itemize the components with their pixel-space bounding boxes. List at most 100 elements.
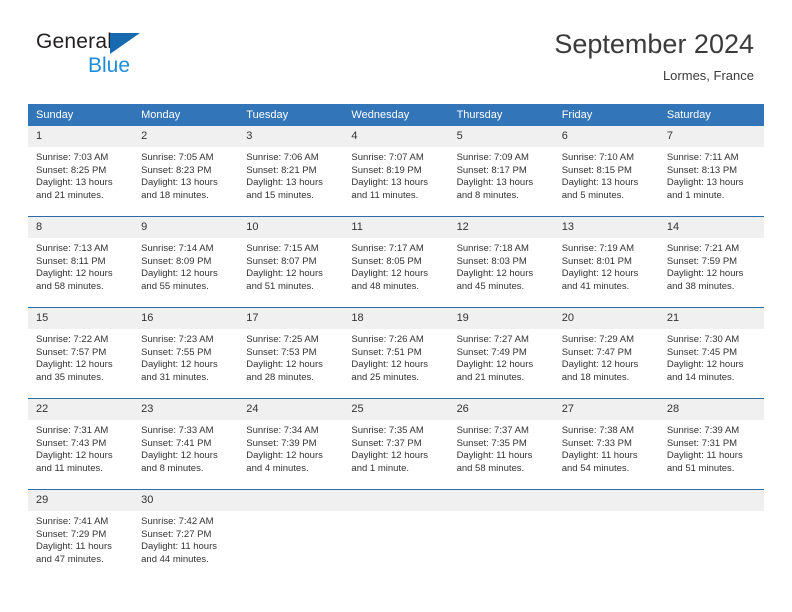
daylight-text-line2: and 51 minutes. — [246, 280, 314, 292]
day-cell[interactable]: 30 Sunrise: 7:42 AM Sunset: 7:27 PM Dayligh… — [133, 489, 239, 580]
day-cell[interactable]: 8 Sunrise: 7:13 AM Sunset: 8:11 PM Daylight… — [28, 216, 134, 308]
day-cell[interactable]: 13 Sunrise: 7:19 AM Sunset: 8:01 PM Dayligh… — [553, 216, 659, 308]
sunrise-text: Sunrise: 7:21 AM — [666, 243, 740, 254]
page-header: General Blue September 2024 Lormes, Fran… — [0, 0, 792, 100]
sunset-text: Sunset: 8:21 PM — [246, 164, 317, 176]
daylight-text-line2: and 38 minutes. — [666, 280, 735, 292]
sunset-text: Sunset: 7:59 PM — [666, 255, 738, 267]
day-cell[interactable]: 16 Sunrise: 7:23 AM Sunset: 7:55 PM Dayligh… — [133, 307, 239, 399]
sunset-text: Sunset: 8:15 PM — [561, 164, 632, 176]
day-cell[interactable]: 27 Sunrise: 7:38 AM Sunset: 7:33 PM Dayligh… — [553, 398, 659, 490]
sunrise-text: Sunrise: 7:33 AM — [141, 425, 214, 436]
sunset-text: Sunset: 8:09 PM — [141, 255, 212, 267]
daylight-text-line1: Daylight: 12 hours — [36, 450, 113, 462]
day-number — [553, 490, 659, 511]
day-cell[interactable]: 12 Sunrise: 7:18 AM Sunset: 8:03 PM Dayligh… — [448, 216, 554, 308]
day-info: Sunrise: 7:19 AM Sunset: 8:01 PM Daylight:… — [554, 238, 659, 293]
day-info: Sunrise: 7:10 AM Sunset: 8:15 PM Daylight:… — [554, 147, 659, 202]
daylight-text-line2: and 48 minutes. — [351, 280, 420, 292]
day-number: 18 — [343, 308, 449, 329]
day-number: 14 — [658, 217, 764, 238]
generalblue-logo[interactable]: General Blue — [36, 30, 216, 82]
day-number: 27 — [553, 399, 659, 420]
day-cell[interactable]: 29 Sunrise: 7:41 AM Sunset: 7:29 PM Dayligh… — [28, 489, 134, 580]
day-cell[interactable]: 1 Sunrise: 7:03 AM Sunset: 8:25 PM Daylight… — [28, 126, 134, 217]
day-info: Sunrise: 7:07 AM Sunset: 8:19 PM Daylight:… — [343, 147, 448, 202]
day-number: 15 — [28, 308, 134, 329]
sunset-text: Sunset: 7:41 PM — [141, 437, 212, 449]
day-cell[interactable]: 10 Sunrise: 7:15 AM Sunset: 8:07 PM Dayligh… — [238, 216, 344, 308]
day-cell[interactable]: 6 Sunrise: 7:10 AM Sunset: 8:15 PM Daylight… — [553, 126, 659, 217]
day-cell[interactable]: 20 Sunrise: 7:29 AM Sunset: 7:47 PM Dayligh… — [553, 307, 659, 399]
day-number: 23 — [133, 399, 239, 420]
day-cell[interactable]: 5 Sunrise: 7:09 AM Sunset: 8:17 PM Daylight… — [448, 126, 554, 217]
sunset-text: Sunset: 7:33 PM — [561, 437, 632, 449]
day-cell-empty — [553, 489, 659, 580]
day-info — [343, 511, 448, 516]
day-info: Sunrise: 7:35 AM Sunset: 7:37 PM Daylight:… — [343, 420, 448, 475]
day-cell[interactable]: 17 Sunrise: 7:25 AM Sunset: 7:53 PM Dayligh… — [238, 307, 344, 399]
day-cell[interactable]: 23 Sunrise: 7:33 AM Sunset: 7:41 PM Dayligh… — [133, 398, 239, 490]
sunrise-text: Sunrise: 7:17 AM — [351, 243, 424, 254]
day-info: Sunrise: 7:14 AM Sunset: 8:09 PM Daylight:… — [133, 238, 238, 293]
daylight-text-line1: Daylight: 13 hours — [36, 177, 113, 189]
day-cell[interactable]: 22 Sunrise: 7:31 AM Sunset: 7:43 PM Dayligh… — [28, 398, 134, 490]
day-cell[interactable]: 9 Sunrise: 7:14 AM Sunset: 8:09 PM Daylight… — [133, 216, 239, 308]
day-cell[interactable]: 21 Sunrise: 7:30 AM Sunset: 7:45 PM Dayligh… — [658, 307, 764, 399]
daylight-text-line2: and 41 minutes. — [561, 280, 630, 292]
daylight-text-line2: and 18 minutes. — [561, 371, 630, 383]
day-cell[interactable]: 24 Sunrise: 7:34 AM Sunset: 7:39 PM Dayligh… — [238, 398, 344, 490]
day-cell[interactable]: 25 Sunrise: 7:35 AM Sunset: 7:37 PM Dayligh… — [343, 398, 449, 490]
day-cell-empty — [238, 489, 344, 580]
daylight-text-line1: Daylight: 13 hours — [351, 177, 428, 189]
day-cell[interactable]: 7 Sunrise: 7:11 AM Sunset: 8:13 PM Daylight… — [658, 126, 764, 217]
sunset-text: Sunset: 8:03 PM — [456, 255, 527, 267]
daylight-text-line2: and 1 minute. — [666, 189, 725, 201]
daylight-text-line1: Daylight: 11 hours — [36, 541, 112, 553]
sunrise-text: Sunrise: 7:23 AM — [141, 334, 214, 345]
day-cell[interactable]: 19 Sunrise: 7:27 AM Sunset: 7:49 PM Dayligh… — [448, 307, 554, 399]
sunset-text: Sunset: 7:53 PM — [246, 346, 317, 358]
sunrise-text: Sunrise: 7:38 AM — [561, 425, 635, 436]
day-number: 4 — [343, 126, 449, 147]
day-cell[interactable]: 3 Sunrise: 7:06 AM Sunset: 8:21 PM Daylight… — [238, 126, 344, 217]
day-number: 21 — [658, 308, 764, 329]
sunset-text: Sunset: 8:05 PM — [351, 255, 422, 267]
weekday-header-saturday: Saturday — [658, 104, 764, 126]
day-cell[interactable]: 2 Sunrise: 7:05 AM Sunset: 8:23 PM Daylight… — [133, 126, 239, 217]
day-cell[interactable]: 15 Sunrise: 7:22 AM Sunset: 7:57 PM Dayligh… — [28, 307, 134, 399]
day-number: 2 — [133, 126, 239, 147]
daylight-text-line2: and 8 minutes. — [456, 189, 519, 201]
daylight-text-line2: and 21 minutes. — [456, 371, 525, 383]
sunset-text: Sunset: 8:17 PM — [456, 164, 527, 176]
daylight-text-line2: and 5 minutes. — [561, 189, 625, 201]
sunset-text: Sunset: 7:55 PM — [141, 346, 212, 358]
day-info: Sunrise: 7:22 AM Sunset: 7:57 PM Daylight:… — [28, 329, 133, 384]
daylight-text-line2: and 21 minutes. — [36, 189, 104, 201]
day-cell[interactable]: 18 Sunrise: 7:26 AM Sunset: 7:51 PM Dayligh… — [343, 307, 449, 399]
day-info: Sunrise: 7:29 AM Sunset: 7:47 PM Daylight:… — [554, 329, 659, 384]
sunrise-text: Sunrise: 7:06 AM — [246, 152, 319, 163]
day-number: 16 — [133, 308, 239, 329]
daylight-text-line1: Daylight: 12 hours — [246, 450, 323, 462]
daylight-text-line2: and 4 minutes. — [246, 462, 309, 474]
daylight-text-line2: and 55 minutes. — [141, 280, 209, 292]
weekday-header-thursday: Thursday — [448, 104, 554, 126]
day-info: Sunrise: 7:23 AM Sunset: 7:55 PM Daylight:… — [133, 329, 238, 384]
daylight-text-line2: and 45 minutes. — [456, 280, 525, 292]
day-info — [449, 511, 554, 516]
daylight-text-line1: Daylight: 12 hours — [351, 359, 428, 371]
weekday-header-wednesday: Wednesday — [343, 104, 449, 126]
daylight-text-line1: Daylight: 12 hours — [666, 268, 744, 280]
daylight-text-line1: Daylight: 11 hours — [561, 450, 638, 462]
day-info: Sunrise: 7:38 AM Sunset: 7:33 PM Daylight:… — [554, 420, 659, 475]
day-number: 19 — [448, 308, 554, 329]
day-number: 20 — [553, 308, 659, 329]
day-cell[interactable]: 28 Sunrise: 7:39 AM Sunset: 7:31 PM Dayligh… — [658, 398, 764, 490]
day-cell[interactable]: 14 Sunrise: 7:21 AM Sunset: 7:59 PM Dayligh… — [658, 216, 764, 308]
daylight-text-line1: Daylight: 13 hours — [666, 177, 744, 189]
day-cell[interactable]: 26 Sunrise: 7:37 AM Sunset: 7:35 PM Dayligh… — [448, 398, 554, 490]
day-cell[interactable]: 4 Sunrise: 7:07 AM Sunset: 8:19 PM Daylight… — [343, 126, 449, 217]
daylight-text-line1: Daylight: 13 hours — [456, 177, 534, 189]
day-cell[interactable]: 11 Sunrise: 7:17 AM Sunset: 8:05 PM Dayligh… — [343, 216, 449, 308]
